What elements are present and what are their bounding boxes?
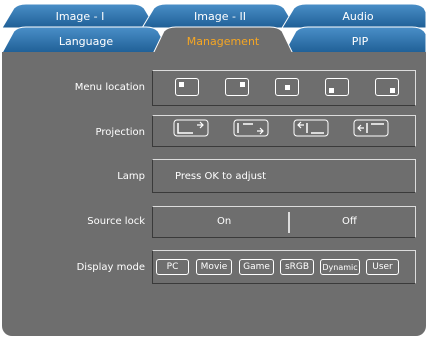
lamp-label: Lamp xyxy=(117,171,145,182)
menu-location-group xyxy=(152,70,416,106)
display-mode-label: Display mode xyxy=(76,262,145,273)
menu-location-top-right-icon[interactable] xyxy=(225,78,249,96)
projection-front-ceiling-icon[interactable] xyxy=(293,119,329,137)
display-mode-pc-button[interactable]: PC xyxy=(156,259,189,275)
lamp-group[interactable]: Press OK to adjust xyxy=(152,159,416,193)
projection-group xyxy=(152,115,416,147)
projection-label: Projection xyxy=(95,127,145,138)
tab-image-2-label: Image - II xyxy=(194,10,246,23)
display-mode-srgb-button[interactable]: sRGB xyxy=(280,259,314,275)
projection-front-desktop-icon[interactable] xyxy=(173,119,209,137)
menu-location-bottom-left-icon[interactable] xyxy=(325,78,349,96)
projection-rear-ceiling-icon[interactable] xyxy=(353,119,389,137)
display-mode-dynamic-button[interactable]: Dynamic xyxy=(320,259,360,275)
menu-location-top-left-icon[interactable] xyxy=(175,78,199,96)
source-lock-label: Source lock xyxy=(87,216,145,227)
projection-rear-desktop-icon[interactable] xyxy=(233,119,269,137)
tab-pip-label: PIP xyxy=(351,35,369,48)
source-lock-off-option[interactable]: Off xyxy=(342,216,357,227)
menu-location-bottom-right-icon[interactable] xyxy=(375,78,399,96)
source-lock-divider xyxy=(288,212,290,233)
source-lock-on-option[interactable]: On xyxy=(217,216,231,227)
tab-language-label: Language xyxy=(58,35,114,48)
display-mode-group: PC Movie Game sRGB Dynamic User xyxy=(152,250,416,284)
display-mode-movie-button[interactable]: Movie xyxy=(196,259,232,275)
tab-audio-label: Audio xyxy=(342,10,374,23)
tab-image-1-label: Image - I xyxy=(55,10,105,23)
display-mode-game-button[interactable]: Game xyxy=(239,259,274,275)
display-mode-user-button[interactable]: User xyxy=(366,259,399,275)
lamp-value: Press OK to adjust xyxy=(175,171,267,182)
source-lock-group: On Off xyxy=(152,206,416,238)
menu-location-center-icon[interactable] xyxy=(275,78,299,96)
osd-menu: Image - I Image - II Audio Language Mana… xyxy=(0,0,427,339)
tab-management-label: Management xyxy=(186,35,260,48)
menu-location-label: Menu location xyxy=(74,82,145,93)
